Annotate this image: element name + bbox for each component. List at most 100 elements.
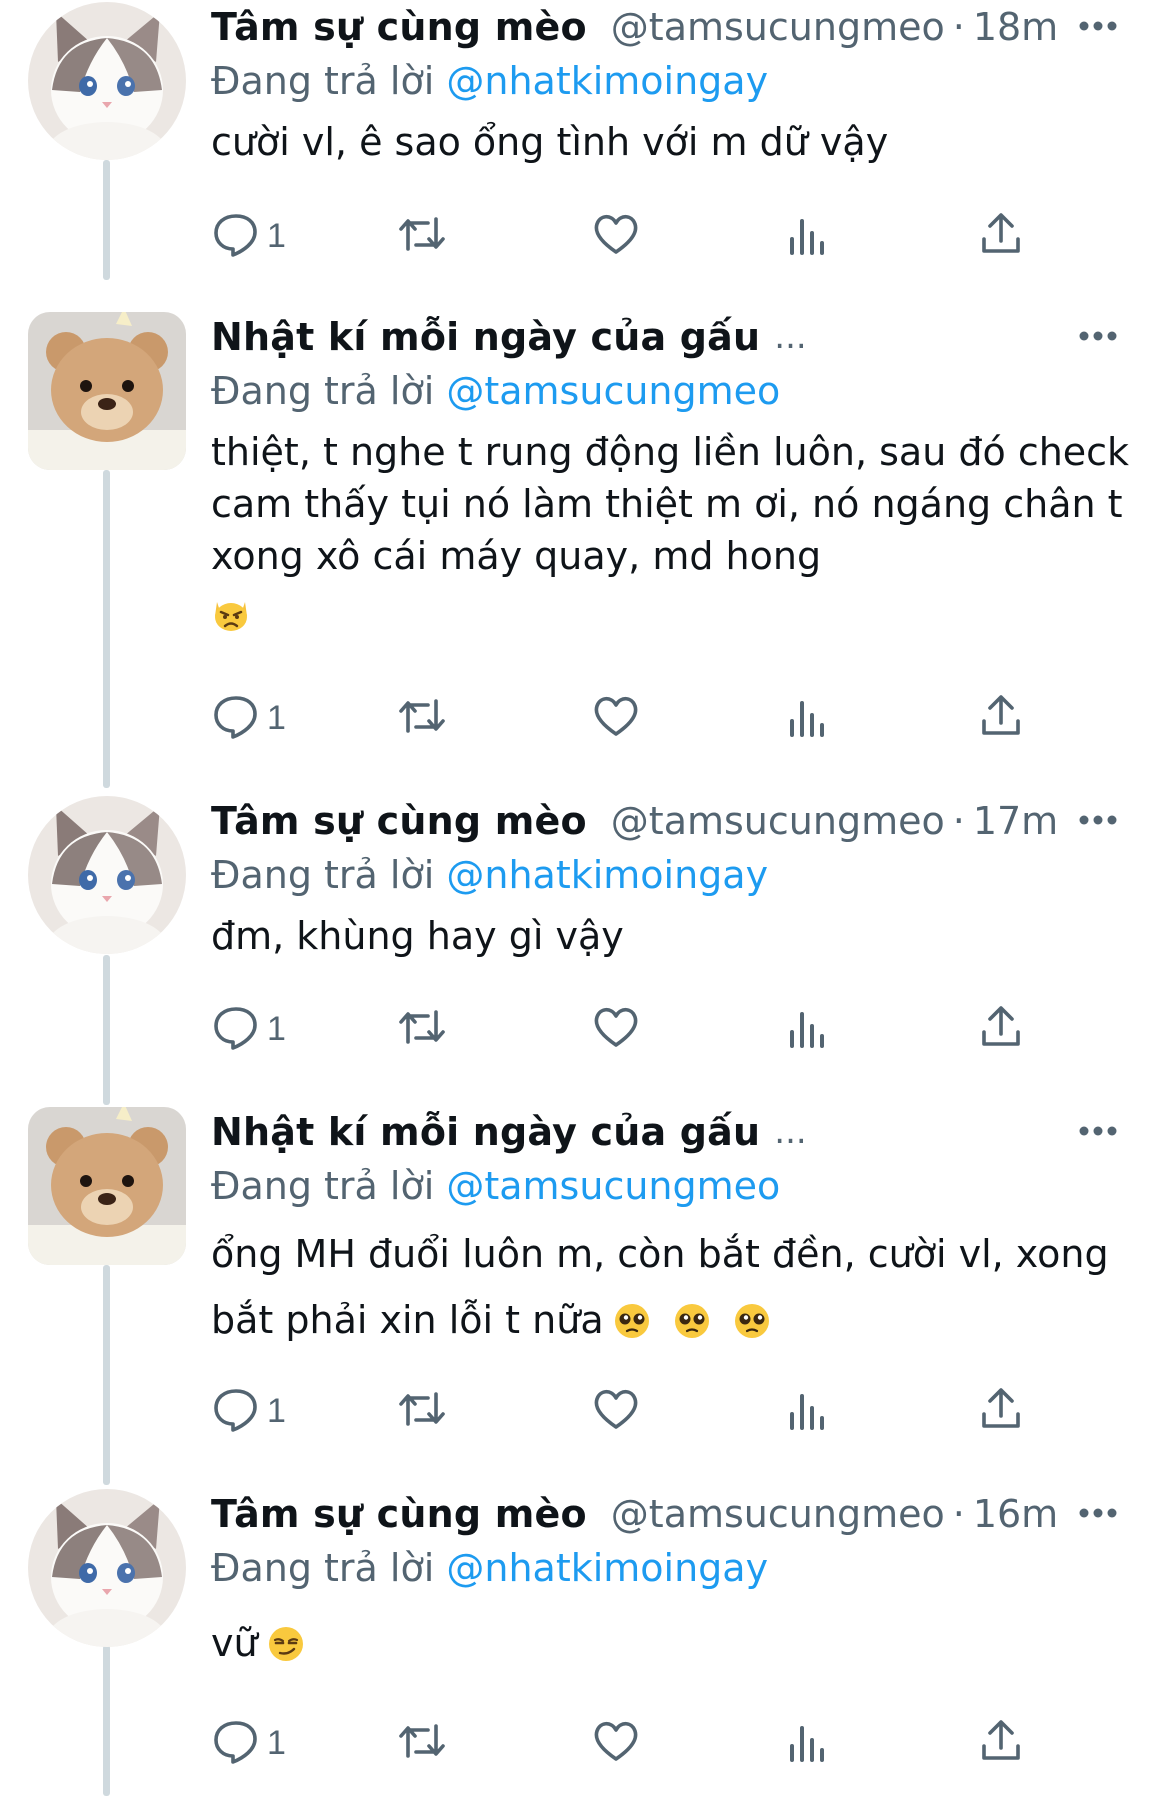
retweet-button[interactable] xyxy=(397,208,447,264)
replying-to-label: Đang trả lời xyxy=(211,853,447,897)
author-name[interactable]: Nhật kí mỗi ngày của gấu xyxy=(211,315,760,359)
author-handle[interactable]: @tamsucungmeo xyxy=(611,5,945,49)
like-button[interactable] xyxy=(591,1383,641,1439)
share-icon xyxy=(976,1716,1026,1770)
thread-line xyxy=(103,1645,110,1796)
smirking-face-emoji xyxy=(266,1624,306,1664)
views-button[interactable] xyxy=(781,1001,831,1057)
author-handle[interactable]: @tamsucungmeo xyxy=(611,1492,945,1536)
views-icon xyxy=(781,1716,831,1770)
tweet-actions: 1 xyxy=(211,208,1061,264)
author-name[interactable]: Nhật kí mỗi ngày của gấu xyxy=(211,1110,760,1154)
views-button[interactable] xyxy=(781,1383,831,1439)
replying-to: Đang trả lời @nhatkimoingay xyxy=(211,850,1130,900)
reply-button[interactable]: 1 xyxy=(211,1383,286,1439)
share-icon xyxy=(976,209,1026,263)
replying-to: Đang trả lời @tamsucungmeo xyxy=(211,1161,1130,1211)
views-icon xyxy=(781,1384,831,1438)
tweet-actions: 1 xyxy=(211,1383,1061,1439)
tweet-text-content: vữ xyxy=(211,1621,258,1665)
reply-icon xyxy=(211,1384,261,1438)
share-button[interactable] xyxy=(976,1715,1026,1771)
like-button[interactable] xyxy=(591,690,641,746)
reply-button[interactable]: 1 xyxy=(211,1715,286,1771)
tweet-text: cười vl, ê sao ổng tình với m dữ vậy xyxy=(211,116,1130,168)
share-button[interactable] xyxy=(976,208,1026,264)
tweet-text: vữ xyxy=(211,1617,1130,1669)
mention-link[interactable]: @nhatkimoingay xyxy=(446,59,768,103)
cat-avatar[interactable] xyxy=(28,2,186,160)
reply-icon xyxy=(211,1002,261,1056)
timestamp[interactable]: 17m xyxy=(973,799,1058,843)
reply-button[interactable]: 1 xyxy=(211,208,286,264)
tweet-text-content: ổng MH đuổi luôn m, còn bắt đền, cười vl… xyxy=(211,1232,1121,1342)
retweet-button[interactable] xyxy=(397,690,447,746)
pleading-face-emoji xyxy=(672,1301,712,1341)
share-icon xyxy=(976,691,1026,745)
more-icon[interactable] xyxy=(1076,1493,1120,1533)
author-handle[interactable]: @tamsucungmeo xyxy=(611,799,945,843)
timestamp[interactable]: 18m xyxy=(973,5,1058,49)
separator-dot: · xyxy=(952,799,965,843)
replying-to-label: Đang trả lời xyxy=(211,369,447,413)
cat-avatar[interactable] xyxy=(28,796,186,954)
author-name[interactable]: Tâm sự cùng mèo xyxy=(211,799,587,843)
heart-icon xyxy=(591,691,641,745)
tweet-text: thiệt, t nghe t rung động liền luôn, sau… xyxy=(211,426,1130,639)
thread-line xyxy=(103,470,110,788)
heart-icon xyxy=(591,1716,641,1770)
more-icon[interactable] xyxy=(1076,1111,1120,1151)
pleading-face-emoji xyxy=(612,1301,652,1341)
mention-link[interactable]: @tamsucungmeo xyxy=(446,1164,780,1208)
thread-line xyxy=(103,160,110,280)
mention-link[interactable]: @nhatkimoingay xyxy=(446,1546,768,1590)
thread-line xyxy=(103,1265,110,1485)
thread-line xyxy=(103,955,110,1105)
replying-to-label: Đang trả lời xyxy=(211,1546,447,1590)
reply-icon xyxy=(211,691,261,745)
retweet-button[interactable] xyxy=(397,1001,447,1057)
heart-icon xyxy=(591,209,641,263)
more-icon[interactable] xyxy=(1076,6,1120,46)
reply-count: 1 xyxy=(267,698,286,737)
mention-link[interactable]: @nhatkimoingay xyxy=(446,853,768,897)
tweet-text-content: thiệt, t nghe t rung động liền luôn, sau… xyxy=(211,430,1142,578)
tweet-text: ổng MH đuổi luôn m, còn bắt đền, cười vl… xyxy=(211,1221,1130,1353)
tweet-text: đm, khùng hay gì vậy xyxy=(211,910,1130,962)
share-button[interactable] xyxy=(976,690,1026,746)
author-name[interactable]: Tâm sự cùng mèo xyxy=(211,5,587,49)
timestamp[interactable]: 16m xyxy=(973,1492,1058,1536)
heart-icon xyxy=(591,1002,641,1056)
bear-avatar[interactable] xyxy=(28,1107,186,1265)
reply-count: 1 xyxy=(267,1009,286,1048)
views-button[interactable] xyxy=(781,690,831,746)
views-button[interactable] xyxy=(781,1715,831,1771)
retweet-button[interactable] xyxy=(397,1383,447,1439)
like-button[interactable] xyxy=(591,1715,641,1771)
retweet-icon xyxy=(397,209,447,263)
share-button[interactable] xyxy=(976,1383,1026,1439)
cat-avatar[interactable] xyxy=(28,1489,186,1647)
like-button[interactable] xyxy=(591,208,641,264)
mention-link[interactable]: @tamsucungmeo xyxy=(446,369,780,413)
more-icon[interactable] xyxy=(1076,316,1120,356)
pleading-face-emoji xyxy=(732,1301,772,1341)
share-button[interactable] xyxy=(976,1001,1026,1057)
bear-avatar[interactable] xyxy=(28,312,186,470)
more-icon[interactable] xyxy=(1076,800,1120,840)
views-icon xyxy=(781,209,831,263)
retweet-button[interactable] xyxy=(397,1715,447,1771)
tweet-actions: 1 xyxy=(211,1715,1061,1771)
reply-button[interactable]: 1 xyxy=(211,1001,286,1057)
truncation-ellipsis: ... xyxy=(774,317,807,357)
views-icon xyxy=(781,1002,831,1056)
reply-button[interactable]: 1 xyxy=(211,690,286,746)
truncation-ellipsis: ... xyxy=(774,1112,807,1152)
reply-count: 1 xyxy=(267,1391,286,1430)
replying-to: Đang trả lời @nhatkimoingay xyxy=(211,1543,1130,1593)
author-name[interactable]: Tâm sự cùng mèo xyxy=(211,1492,587,1536)
like-button[interactable] xyxy=(591,1001,641,1057)
tweet-actions: 1 xyxy=(211,690,1061,746)
views-button[interactable] xyxy=(781,208,831,264)
separator-dot: · xyxy=(952,5,965,49)
